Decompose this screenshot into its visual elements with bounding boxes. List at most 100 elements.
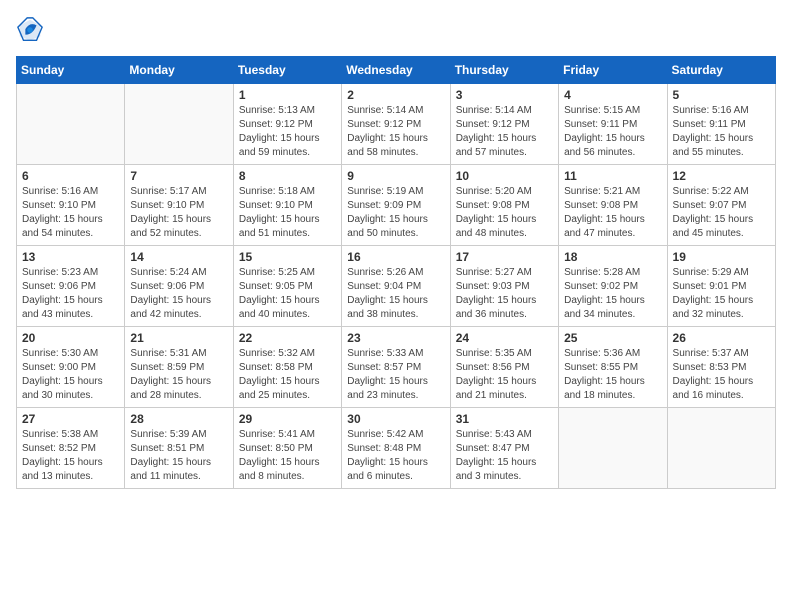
weekday-row: SundayMondayTuesdayWednesdayThursdayFrid… — [17, 57, 776, 84]
day-info: Sunrise: 5:37 AM Sunset: 8:53 PM Dayligh… — [673, 347, 770, 403]
calendar-cell: 9 Sunrise: 5:19 AM Sunset: 9:09 PM Daylig… — [342, 165, 450, 246]
day-info: Sunrise: 5:19 AM Sunset: 9:09 PM Dayligh… — [347, 185, 444, 241]
day-number: 16 — [347, 250, 444, 264]
calendar-cell — [667, 408, 775, 489]
day-number: 4 — [564, 88, 661, 102]
day-info: Sunrise: 5:36 AM Sunset: 8:55 PM Dayligh… — [564, 347, 661, 403]
day-info: Sunrise: 5:31 AM Sunset: 8:59 PM Dayligh… — [130, 347, 227, 403]
day-number: 19 — [673, 250, 770, 264]
calendar-header: SundayMondayTuesdayWednesdayThursdayFrid… — [17, 57, 776, 84]
weekday-header-saturday: Saturday — [667, 57, 775, 84]
calendar-cell: 10 Sunrise: 5:20 AM Sunset: 9:08 PM Dayli… — [450, 165, 558, 246]
day-info: Sunrise: 5:18 AM Sunset: 9:10 PM Dayligh… — [239, 185, 336, 241]
calendar-cell: 14Sunrise: 5:24 AM Sunset: 9:06 PM Dayli… — [125, 246, 233, 327]
calendar-cell — [17, 84, 125, 165]
calendar-cell: 25 Sunrise: 5:36 AM Sunset: 8:55 PM Dayli… — [559, 327, 667, 408]
day-info: Sunrise: 5:27 AM Sunset: 9:03 PM Dayligh… — [456, 266, 553, 322]
calendar-cell: 27 Sunrise: 5:38 AM Sunset: 8:52 PM Dayli… — [17, 408, 125, 489]
day-number: 31 — [456, 412, 553, 426]
calendar-cell: 11 Sunrise: 5:21 AM Sunset: 9:08 PM Dayli… — [559, 165, 667, 246]
day-number: 9 — [347, 169, 444, 183]
calendar-cell: 13 Sunrise: 5:23 AM Sunset: 9:06 PM Dayli… — [17, 246, 125, 327]
day-info: Sunrise: 5:39 AM Sunset: 8:51 PM Dayligh… — [130, 428, 227, 484]
calendar-cell: 17 Sunrise: 5:27 AM Sunset: 9:03 PM Dayli… — [450, 246, 558, 327]
day-info: Sunrise: 5:21 AM Sunset: 9:08 PM Dayligh… — [564, 185, 661, 241]
day-info: Sunrise: 5:32 AM Sunset: 8:58 PM Dayligh… — [239, 347, 336, 403]
day-number: 24 — [456, 331, 553, 345]
weekday-header-wednesday: Wednesday — [342, 57, 450, 84]
calendar-cell: 21 Sunrise: 5:31 AM Sunset: 8:59 PM Dayli… — [125, 327, 233, 408]
day-number: 27 — [22, 412, 119, 426]
day-info: Sunrise: 5:14 AM Sunset: 9:12 PM Dayligh… — [456, 104, 553, 160]
calendar-cell: 15Sunrise: 5:25 AM Sunset: 9:05 PM Dayli… — [233, 246, 341, 327]
day-info: Sunrise: 5:13 AM Sunset: 9:12 PM Dayligh… — [239, 104, 336, 160]
day-number: 12 — [673, 169, 770, 183]
day-info: Sunrise: 5:29 AM Sunset: 9:01 PM Dayligh… — [673, 266, 770, 322]
weekday-header-thursday: Thursday — [450, 57, 558, 84]
day-number: 10 — [456, 169, 553, 183]
day-info: Sunrise: 5:41 AM Sunset: 8:50 PM Dayligh… — [239, 428, 336, 484]
calendar-week-3: 13 Sunrise: 5:23 AM Sunset: 9:06 PM Dayli… — [17, 246, 776, 327]
day-number: 6 — [22, 169, 119, 183]
day-info: Sunrise: 5:14 AM Sunset: 9:12 PM Dayligh… — [347, 104, 444, 160]
weekday-header-tuesday: Tuesday — [233, 57, 341, 84]
day-number: 2 — [347, 88, 444, 102]
day-number: 5 — [673, 88, 770, 102]
day-number: 18 — [564, 250, 661, 264]
day-number: 11 — [564, 169, 661, 183]
day-number: 21 — [130, 331, 227, 345]
calendar-cell: 12Sunrise: 5:22 AM Sunset: 9:07 PM Dayli… — [667, 165, 775, 246]
calendar-week-4: 20 Sunrise: 5:30 AM Sunset: 9:00 PM Dayli… — [17, 327, 776, 408]
calendar-cell: 5 Sunrise: 5:16 AM Sunset: 9:11 PM Daylig… — [667, 84, 775, 165]
calendar-cell: 19 Sunrise: 5:29 AM Sunset: 9:01 PM Dayli… — [667, 246, 775, 327]
day-number: 13 — [22, 250, 119, 264]
day-number: 17 — [456, 250, 553, 264]
calendar-week-5: 27 Sunrise: 5:38 AM Sunset: 8:52 PM Dayli… — [17, 408, 776, 489]
calendar-cell: 26Sunrise: 5:37 AM Sunset: 8:53 PM Dayli… — [667, 327, 775, 408]
day-info: Sunrise: 5:38 AM Sunset: 8:52 PM Dayligh… — [22, 428, 119, 484]
day-number: 1 — [239, 88, 336, 102]
day-number: 22 — [239, 331, 336, 345]
day-info: Sunrise: 5:23 AM Sunset: 9:06 PM Dayligh… — [22, 266, 119, 322]
day-info: Sunrise: 5:16 AM Sunset: 9:11 PM Dayligh… — [673, 104, 770, 160]
calendar-cell: 29Sunrise: 5:41 AM Sunset: 8:50 PM Dayli… — [233, 408, 341, 489]
calendar-cell: 20 Sunrise: 5:30 AM Sunset: 9:00 PM Dayli… — [17, 327, 125, 408]
calendar-cell: 7 Sunrise: 5:17 AM Sunset: 9:10 PM Daylig… — [125, 165, 233, 246]
day-number: 14 — [130, 250, 227, 264]
calendar-cell: 3 Sunrise: 5:14 AM Sunset: 9:12 PM Daylig… — [450, 84, 558, 165]
day-info: Sunrise: 5:35 AM Sunset: 8:56 PM Dayligh… — [456, 347, 553, 403]
calendar-body: 1 Sunrise: 5:13 AM Sunset: 9:12 PM Daylig… — [17, 84, 776, 489]
day-number: 28 — [130, 412, 227, 426]
calendar-cell: 23 Sunrise: 5:33 AM Sunset: 8:57 PM Dayli… — [342, 327, 450, 408]
day-info: Sunrise: 5:17 AM Sunset: 9:10 PM Dayligh… — [130, 185, 227, 241]
day-info: Sunrise: 5:15 AM Sunset: 9:11 PM Dayligh… — [564, 104, 661, 160]
day-info: Sunrise: 5:42 AM Sunset: 8:48 PM Dayligh… — [347, 428, 444, 484]
day-number: 25 — [564, 331, 661, 345]
calendar-week-2: 6 Sunrise: 5:16 AM Sunset: 9:10 PM Daylig… — [17, 165, 776, 246]
calendar-cell: 31 Sunrise: 5:43 AM Sunset: 8:47 PM Dayli… — [450, 408, 558, 489]
calendar-cell: 8 Sunrise: 5:18 AM Sunset: 9:10 PM Daylig… — [233, 165, 341, 246]
day-info: Sunrise: 5:16 AM Sunset: 9:10 PM Dayligh… — [22, 185, 119, 241]
logo-icon — [16, 16, 44, 44]
day-info: Sunrise: 5:25 AM Sunset: 9:05 PM Dayligh… — [239, 266, 336, 322]
calendar-cell: 16Sunrise: 5:26 AM Sunset: 9:04 PM Dayli… — [342, 246, 450, 327]
day-info: Sunrise: 5:20 AM Sunset: 9:08 PM Dayligh… — [456, 185, 553, 241]
calendar-cell — [559, 408, 667, 489]
calendar-cell: 2 Sunrise: 5:14 AM Sunset: 9:12 PM Daylig… — [342, 84, 450, 165]
day-number: 3 — [456, 88, 553, 102]
day-info: Sunrise: 5:33 AM Sunset: 8:57 PM Dayligh… — [347, 347, 444, 403]
calendar-cell — [125, 84, 233, 165]
calendar-table: SundayMondayTuesdayWednesdayThursdayFrid… — [16, 56, 776, 489]
page-header — [16, 16, 776, 44]
day-number: 7 — [130, 169, 227, 183]
day-info: Sunrise: 5:30 AM Sunset: 9:00 PM Dayligh… — [22, 347, 119, 403]
day-info: Sunrise: 5:43 AM Sunset: 8:47 PM Dayligh… — [456, 428, 553, 484]
calendar-cell: 22 Sunrise: 5:32 AM Sunset: 8:58 PM Dayli… — [233, 327, 341, 408]
day-number: 20 — [22, 331, 119, 345]
day-number: 23 — [347, 331, 444, 345]
calendar-cell: 30Sunrise: 5:42 AM Sunset: 8:48 PM Dayli… — [342, 408, 450, 489]
day-number: 8 — [239, 169, 336, 183]
logo — [16, 16, 48, 44]
calendar-cell: 1 Sunrise: 5:13 AM Sunset: 9:12 PM Daylig… — [233, 84, 341, 165]
calendar-cell: 6 Sunrise: 5:16 AM Sunset: 9:10 PM Daylig… — [17, 165, 125, 246]
